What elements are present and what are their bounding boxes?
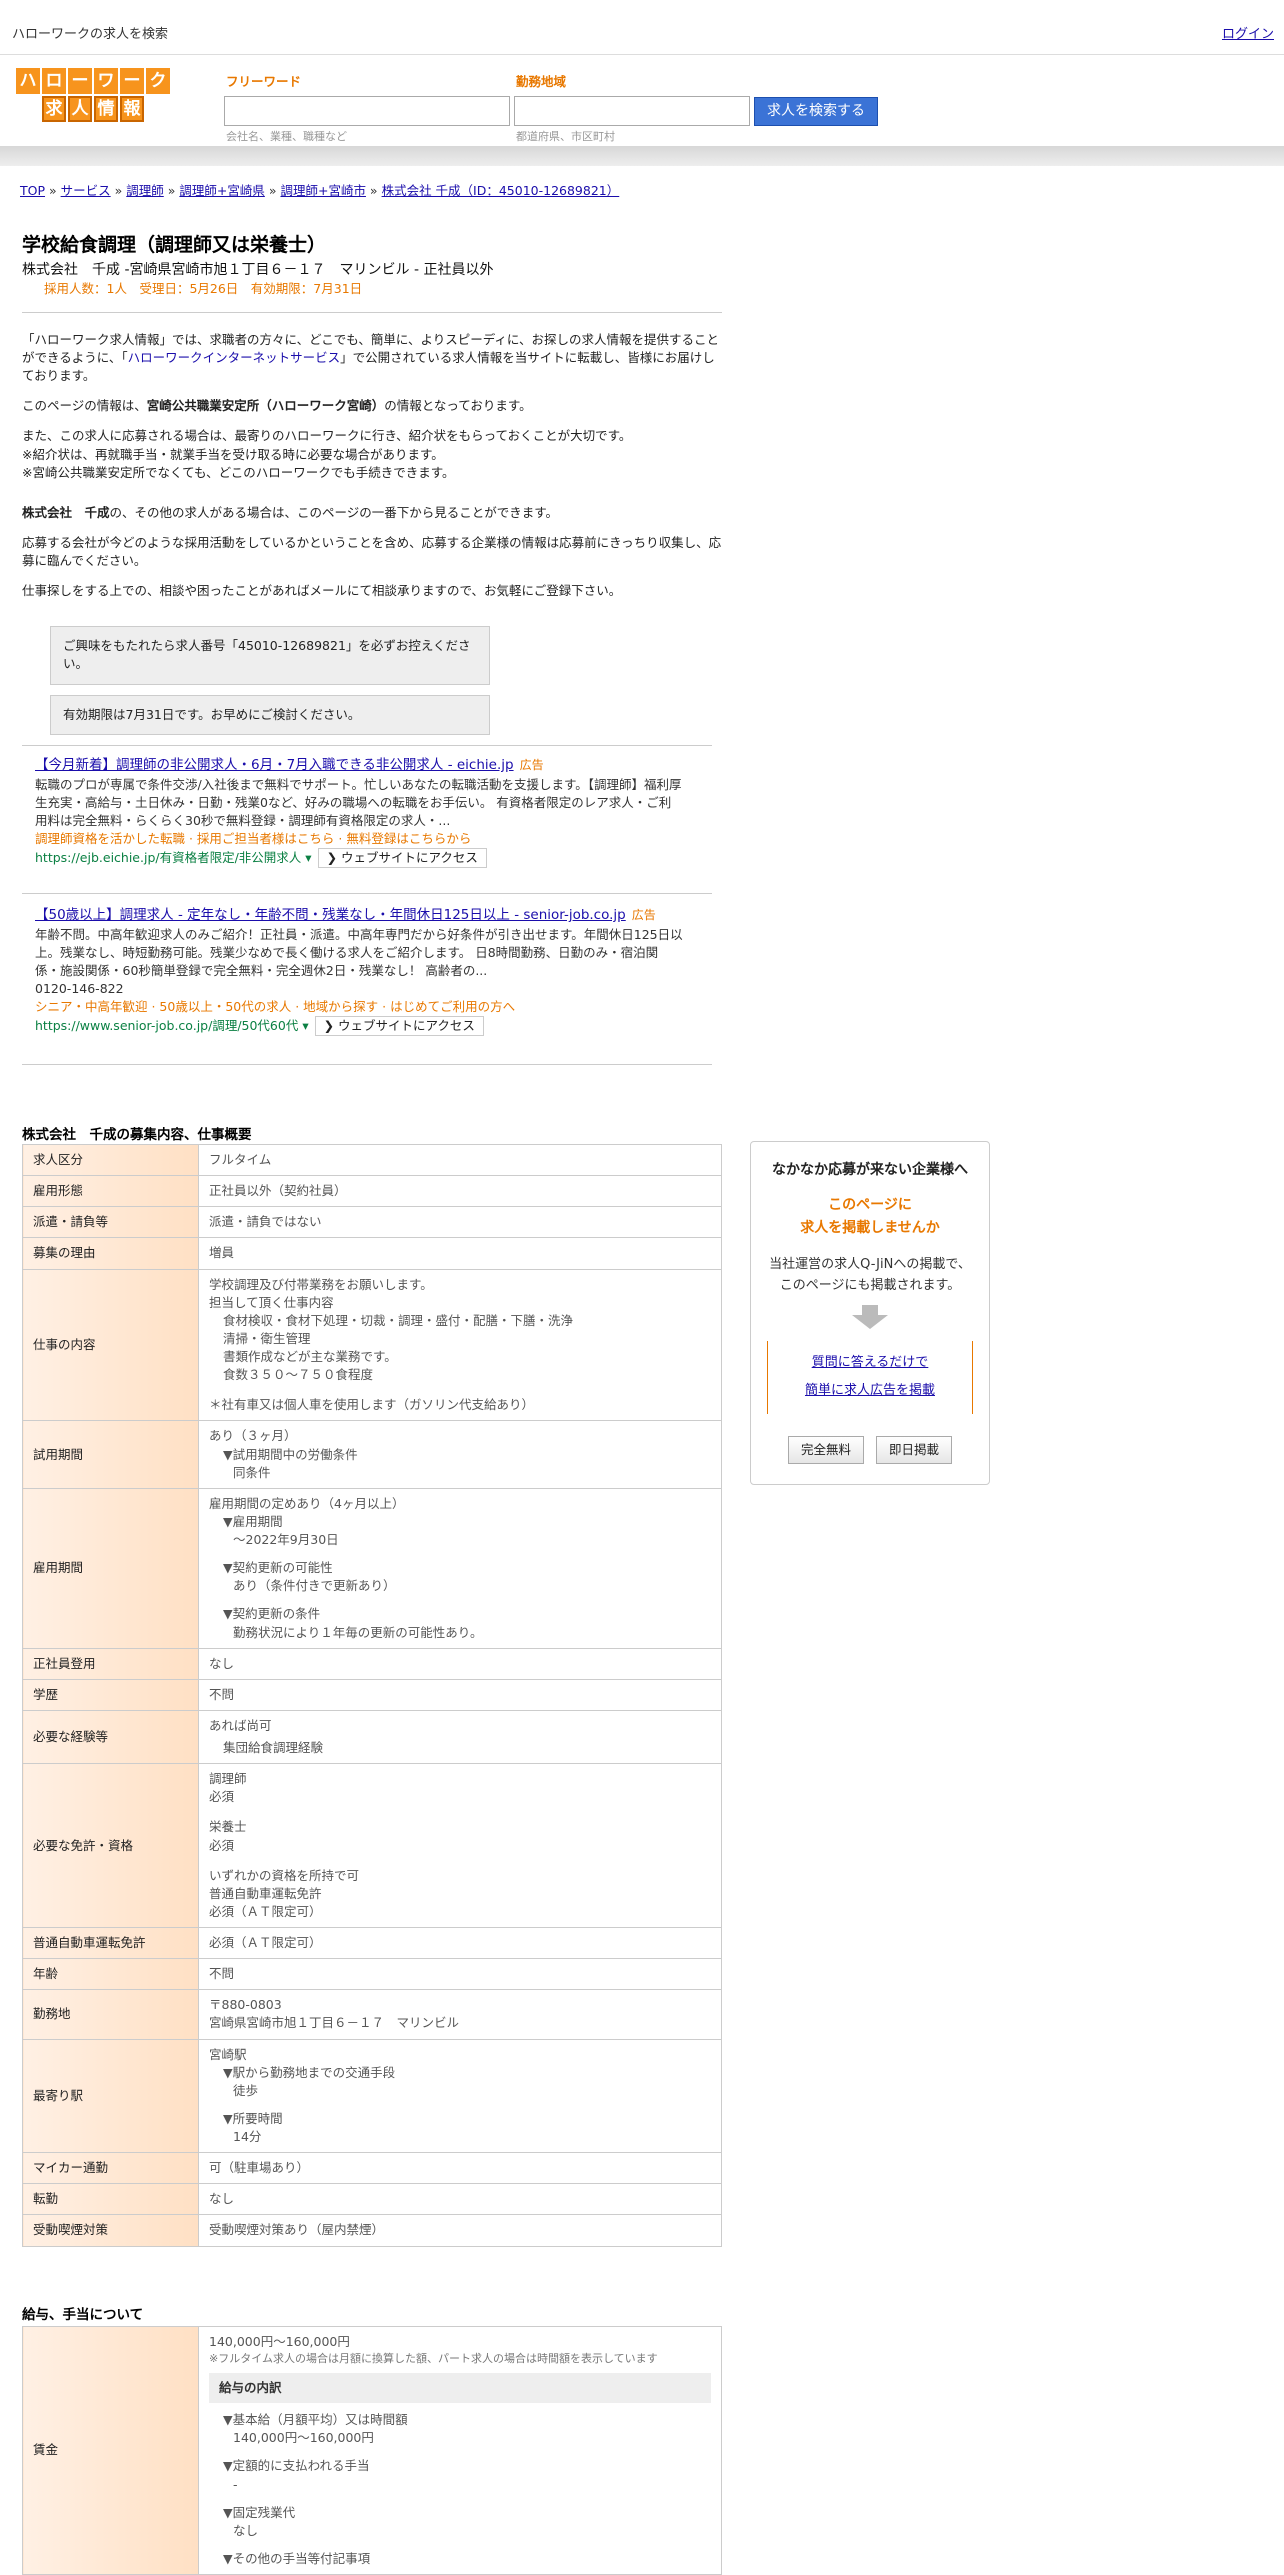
ad-label: 広告 <box>519 758 544 772</box>
logo-char: ハ <box>16 68 40 94</box>
table-row: 普通自動車運転免許 必須（ＡＴ限定可） <box>22 1926 722 1960</box>
table-row: 賃金 140,000円〜160,000円 ※フルタイム求人の場合は月額に換算した… <box>22 2325 722 2575</box>
table-row: 正社員登用 なし <box>22 1647 722 1680</box>
ad-visit-button[interactable]: ❯ ウェブサイトにアクセス <box>314 1016 484 1037</box>
table-row: 年齢 不問 <box>22 1958 722 1991</box>
job-title: 学校給食調理（調理師又は栄養士） <box>22 234 327 256</box>
arrow-down-icon <box>852 1314 888 1329</box>
logo-char: 人 <box>68 96 92 122</box>
logo-char: 求 <box>42 96 66 122</box>
ad-label: 広告 <box>631 908 656 922</box>
freeword-label: フリーワード <box>226 74 302 89</box>
employer-promo-box: なかなか応募が来ない企業様へ このページに 求人を掲載しませんか 当社運営の求人Q… <box>750 1141 990 1485</box>
job-intro: 学校給食調理（調理師又は栄養士） 株式会社 千成 -宮崎県宮崎市旭１丁目６－１７… <box>22 232 722 745</box>
arrow-down-icon <box>862 1304 878 1315</box>
breadcrumb-top[interactable]: TOP <box>20 183 45 198</box>
logo-char: ー <box>120 68 144 94</box>
salary-table: 賃金 140,000円〜160,000円 ※フルタイム求人の場合は月額に換算した… <box>22 2325 722 2575</box>
job-number-note: ご興味をもたれたら求人番号「45010-12689821」を必ずお控えください。 <box>50 626 490 685</box>
table-row: 募集の理由 増員 <box>22 1237 722 1270</box>
ad-sitelinks[interactable]: シニア・中高年歓迎 · 50歳以上・50代の求人 · 地域から探す · はじめて… <box>35 998 683 1016</box>
logo-char: ワ <box>94 68 118 94</box>
divider <box>22 311 722 313</box>
free-button[interactable]: 完全無料 <box>787 1435 864 1464</box>
intro-paragraph-5: 応募する会社が今どのような採用活動をしているかということを含め、応募する企業様の… <box>22 534 722 569</box>
area-hint: 都道府県、市区町村 <box>516 130 615 143</box>
same-day-button[interactable]: 即日掲載 <box>876 1435 953 1464</box>
table-row: 仕事の内容 学校調理及び付帯業務をお願いします。 担当して頂く仕事内容 食材検収・… <box>22 1268 722 1422</box>
ad-sitelinks[interactable]: 調理師資格を活かした転職 · 採用ご担当者様はこちら · 無料登録はこちらから <box>35 830 683 848</box>
salary-breakdown-header: 給与の内訳 <box>209 2373 711 2404</box>
salary-section-title: 給与、手当について <box>22 2307 144 2323</box>
header: ハローワーク 求人情報 フリーワード 会社名、業種、職種など 勤務地域 都道府県… <box>0 55 1284 145</box>
logo-char: ー <box>68 68 92 94</box>
ad-title-link[interactable]: 【50歳以上】調理求人 - 定年なし・年齢不問・残業なし・年間休日125日以上 … <box>35 907 626 923</box>
job-meta: 採用人数：1人 受理日：5月26日 有効期限：7月31日 <box>44 280 363 296</box>
ad-url[interactable]: https://ejb.eichie.jp/有資格者限定/非公開求人 ▾ <box>35 850 312 865</box>
ad-visit-button[interactable]: ❯ ウェブサイトにアクセス <box>317 848 487 869</box>
ad-url[interactable]: https://www.senior-job.co.jp/調理/50代60代 ▾ <box>35 1018 309 1033</box>
ad-title-link[interactable]: 【今月新着】調理師の非公開求人・6月・7月入職できる非公開求人 - eichie… <box>35 757 514 773</box>
promo-catch: このページに 求人を掲載しませんか <box>800 1197 940 1236</box>
details-table: 求人区分 フルタイム 雇用形態 正社員以外（契約社員） 派遣・請負等 派遣・請負ではな… <box>22 1143 722 2247</box>
table-row: 勤務地 〒880-0803 宮崎県宮崎市旭１丁目６－１７ マリンビル <box>22 1989 722 2040</box>
logo-char: ロ <box>42 68 66 94</box>
job-subline: 株式会社 千成 -宮崎県宮崎市旭１丁目６－１７ マリンビル - 正社員以外 <box>22 261 494 278</box>
ad-separator <box>22 745 712 746</box>
header-divider <box>0 146 1284 166</box>
logo-char: 情 <box>94 96 118 122</box>
intro-paragraph-1: 「ハローワーク求人情報」では、求職者の方々に、どこでも、簡単に、よりスピーディに… <box>22 331 720 384</box>
table-row: 求人区分 フルタイム <box>22 1143 722 1177</box>
top-bar: ハローワークの求人を検索 ログイン <box>0 0 1284 55</box>
ad-item: 【50歳以上】調理求人 - 定年なし・年齢不問・残業なし・年間休日125日以上 … <box>35 906 683 1037</box>
promo-heading: なかなか応募が来ない企業様へ <box>772 1162 968 1178</box>
table-row: マイカー通勤 可（駐車場あり） <box>22 2152 722 2185</box>
table-row: 学歴 不問 <box>22 1678 722 1711</box>
breadcrumb-cook-pref[interactable]: 調理師+宮崎県 <box>179 183 264 198</box>
freeword-input[interactable] <box>224 96 510 126</box>
table-row: 雇用期間 雇用期間の定めあり（4ヶ月以上） ▼雇用期間 〜2022年9月30日 ▼… <box>22 1487 722 1649</box>
ad-description: 年齢不問。中高年歓迎求人のみご紹介！正社員・派遣。中高年専門だから好条件が引き出… <box>35 926 683 978</box>
table-row: 必要な免許・資格 調理師 必須 栄養士 必須 いずれかの資格を所持で可 普通自動車運転… <box>22 1763 722 1928</box>
logo-char: ク <box>146 68 170 94</box>
intro-paragraph-3: また、この求人に応募される場合は、最寄りのハローワークに行き、紹介状をもらってお… <box>22 428 632 480</box>
expiry-note: 有効期限は7月31日です。お早めにご検討ください。 <box>50 694 490 735</box>
table-row: 受動喫煙対策 受動喫煙対策あり（屋内禁煙） <box>22 2214 722 2247</box>
promo-link-questions[interactable]: 質問に答えるだけで <box>768 1349 972 1378</box>
area-label: 勤務地域 <box>516 74 567 89</box>
login-link[interactable]: ログイン <box>1222 26 1274 45</box>
breadcrumb-company[interactable]: 株式会社 千成（ID：45010-12689821） <box>382 183 620 198</box>
breadcrumb-service[interactable]: サービス <box>61 183 111 198</box>
table-row: 必要な経験等 あれば尚可 集団給食調理経験 <box>22 1709 722 1765</box>
hellowork-logo[interactable]: ハローワーク 求人情報 <box>4 68 182 126</box>
promo-links: 質問に答えるだけで 簡単に求人広告を掲載 <box>767 1340 973 1414</box>
ad-description: 転職のプロが専属で条件交渉/入社後まで無料でサポート。忙しいあなたの転職活動を支… <box>35 776 682 828</box>
breadcrumb-cook[interactable]: 調理師 <box>126 183 164 198</box>
promo-link-post-ad[interactable]: 簡単に求人広告を掲載 <box>768 1377 972 1406</box>
ad-phone[interactable]: 0120-146-822 <box>35 980 683 998</box>
ad-separator <box>22 893 712 894</box>
ad-separator <box>22 1064 712 1065</box>
intro-paragraph-6: 仕事探しをする上での、相談や困ったことがあればメールにて相談承りますので、お気軽… <box>22 583 622 599</box>
hellowork-internet-link[interactable]: ハローワークインターネットサービス <box>128 350 341 365</box>
intro-paragraph-4: 株式会社 千成の、その他の求人がある場合は、このページの一番下から見ることができ… <box>22 504 559 520</box>
ad-item: 【今月新着】調理師の非公開求人・6月・7月入職できる非公開求人 - eichie… <box>35 756 683 869</box>
table-row: 最寄り駅 宮崎駅 ▼駅から勤務地までの交通手段 徒歩 ▼所要時間 14分 <box>22 2038 722 2154</box>
promo-body: 当社運営の求人Q-JiNへの掲載で、 このページにも掲載されます。 <box>769 1257 971 1293</box>
table-row: 転勤 なし <box>22 2183 722 2216</box>
intro-paragraph-2: このページの情報は、宮崎公共職業安定所（ハローワーク宮崎）の情報となっております… <box>22 398 532 414</box>
site-tagline: ハローワークの求人を検索 <box>12 27 169 42</box>
logo-char: 報 <box>120 96 144 122</box>
breadcrumb: TOP » サービス » 調理師 » 調理師+宮崎県 » 調理師+宮崎市 » 株… <box>20 183 620 198</box>
table-row: 試用期間 あり（３ヶ月） ▼試用期間中の労働条件 同条件 <box>22 1420 722 1489</box>
table-row: 雇用形態 正社員以外（契約社員） <box>22 1175 722 1208</box>
details-section-title: 株式会社 千成の募集内容、仕事概要 <box>22 1127 252 1143</box>
area-input[interactable] <box>514 96 750 126</box>
table-row: 派遣・請負等 派遣・請負ではない <box>22 1206 722 1239</box>
breadcrumb-cook-city[interactable]: 調理師+宮崎市 <box>280 183 365 198</box>
freeword-hint: 会社名、業種、職種など <box>226 130 347 143</box>
search-button[interactable]: 求人を検索する <box>754 97 878 126</box>
